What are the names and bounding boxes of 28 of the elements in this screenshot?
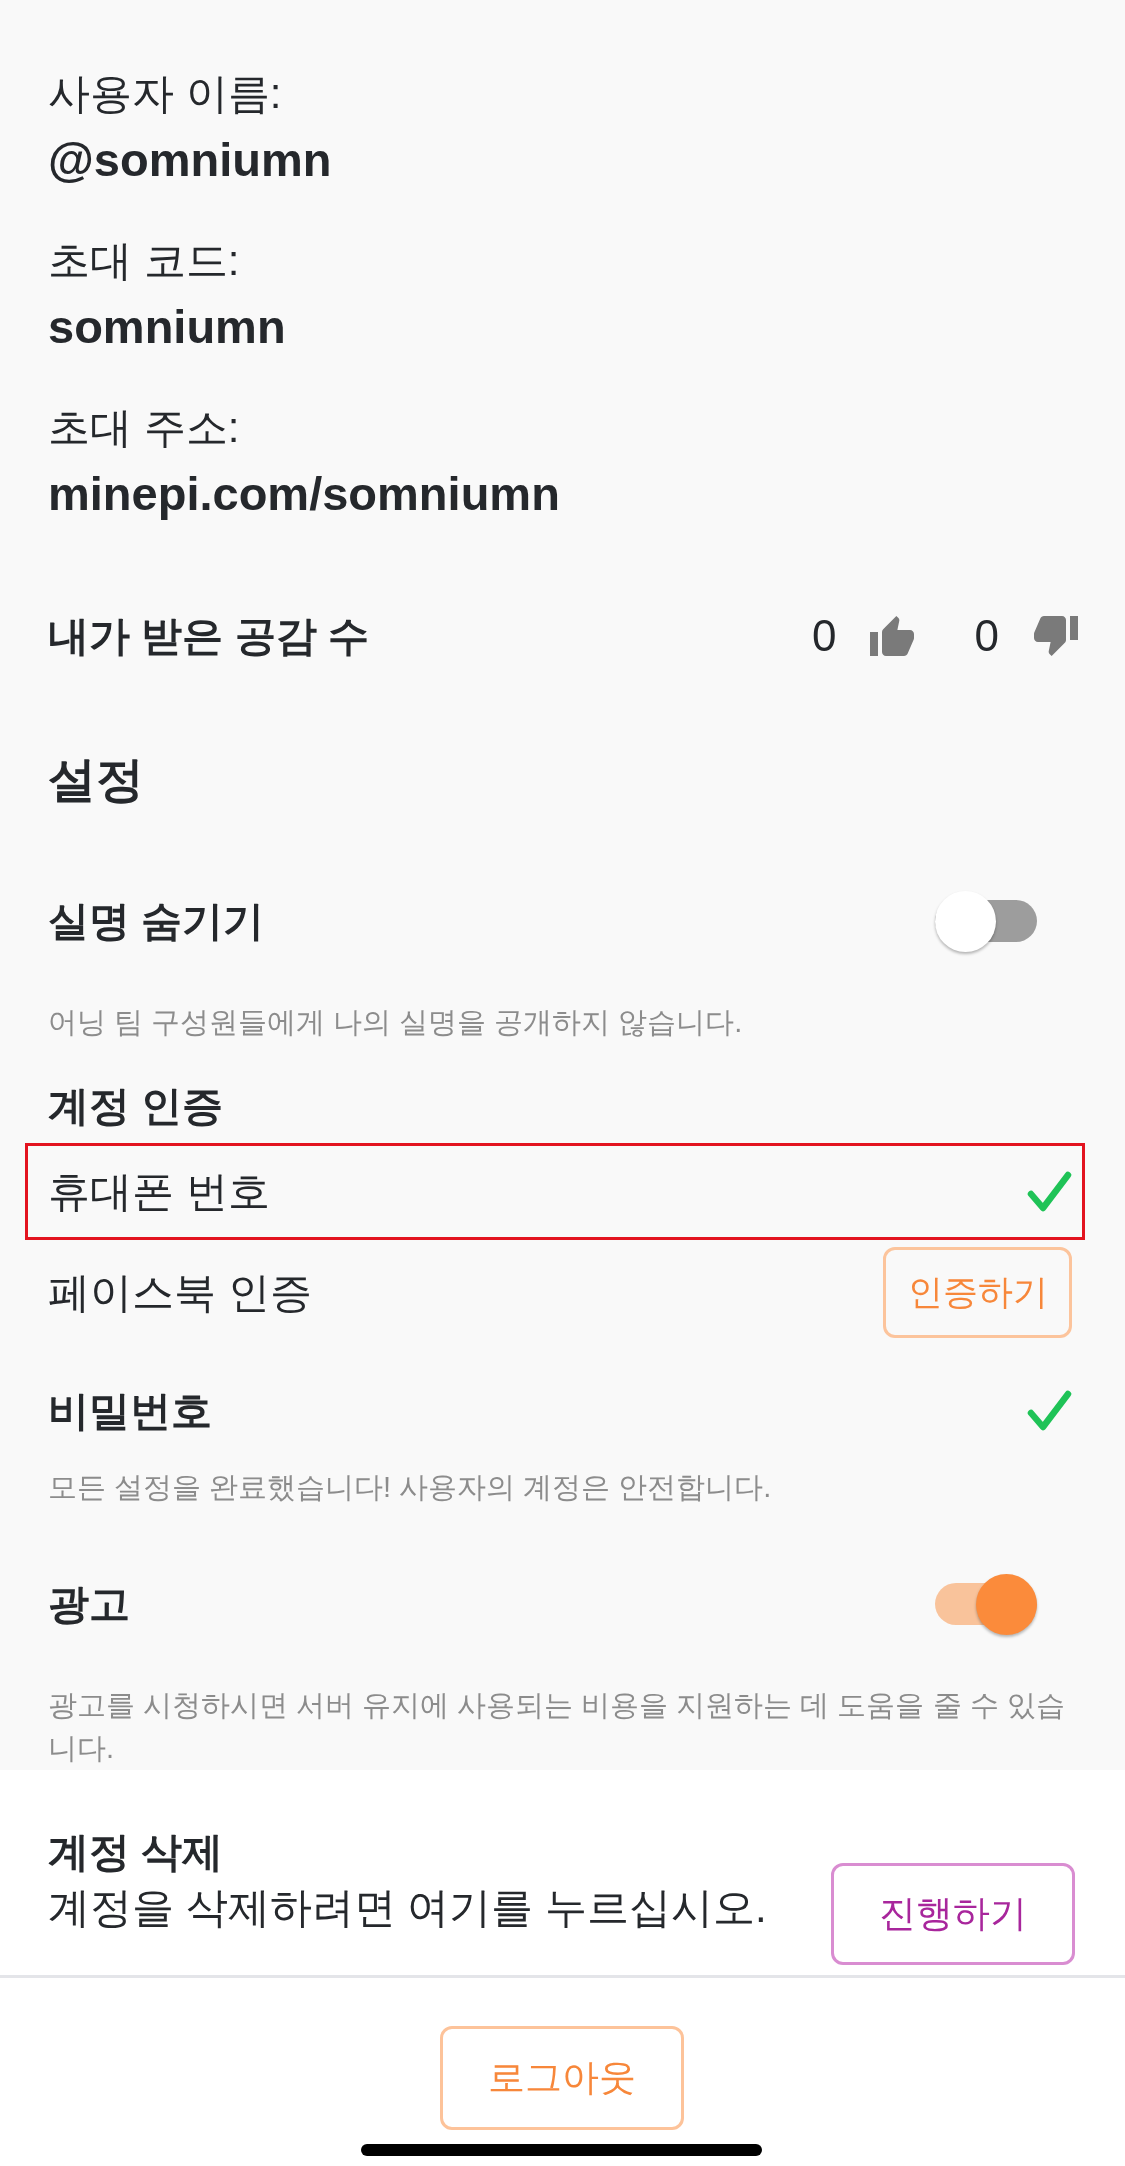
field-label: 초대 코드:: [48, 236, 240, 286]
verification-label: 페이스북 인증: [48, 1268, 312, 1316]
toggle-switch[interactable]: [935, 1573, 1037, 1635]
toggle-switch[interactable]: [935, 890, 1037, 952]
section-heading: 설정: [48, 753, 144, 806]
delete-account-title: 계정 삭제: [48, 1829, 224, 1875]
like-count: 0: [812, 611, 837, 661]
dislike-count: 0: [974, 611, 999, 661]
verification-label: 휴대폰 번호: [48, 1167, 270, 1215]
field-label: 사용자 이름:: [48, 69, 282, 119]
setting-description: 모든 설정을 완료했습니다! 사용자의 계정은 안전합니다.: [48, 1470, 773, 1505]
section-title: 계정 인증: [48, 1083, 224, 1129]
thumbs-down-icon: [1034, 616, 1078, 656]
field-label: 초대 주소:: [48, 403, 240, 453]
verify-button[interactable]: 인증하기: [883, 1247, 1072, 1338]
proceed-button[interactable]: 진행하기: [831, 1863, 1075, 1965]
field-value: minepi.com/somniumn: [48, 466, 560, 522]
setting-description: 어닝 팀 구성원들에게 나의 실명을 공개하지 않습니다.: [48, 1005, 744, 1040]
setting-label: 비밀번호: [48, 1387, 212, 1434]
delete-account-text: 계정을 삭제하려면 여기를 누르십시오.: [48, 1884, 767, 1931]
field-value: somniumn: [48, 299, 286, 355]
setting-description: 광고를 시청하시면 서버 유지에 사용되는 비용을 지원하는 데 도움을 줄 수 있습니다.: [48, 1688, 1066, 1766]
setting-label: 실명 숨기기: [48, 897, 265, 944]
setting-label: 광고: [48, 1580, 130, 1627]
logout-button[interactable]: 로그아웃: [439, 2026, 684, 2130]
field-value: @somniumn: [48, 132, 332, 188]
thumbs-up-icon: [869, 616, 914, 656]
reactions-label: 내가 받은 공감 수: [48, 612, 370, 659]
